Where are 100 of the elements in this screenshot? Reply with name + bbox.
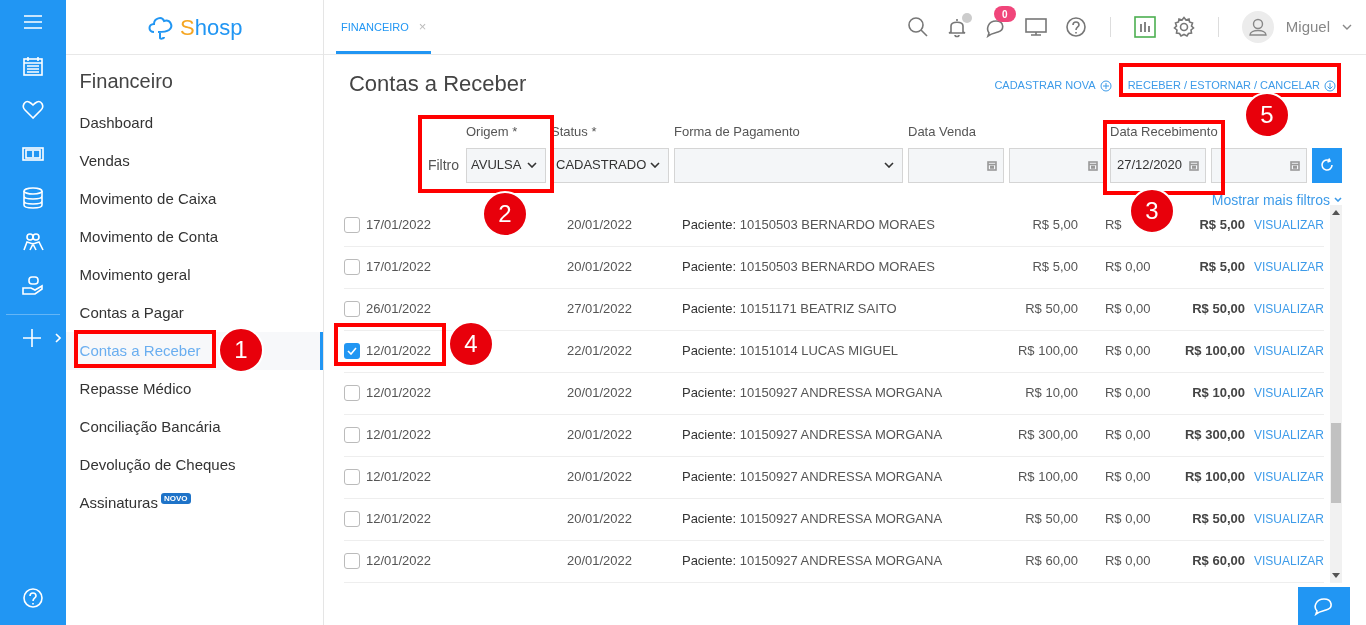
field-label: Data Recebimento [1110,123,1219,141]
receive-link[interactable]: RECEBER / ESTORNAR / CANCELAR [1127,77,1336,94]
table-cell-text: R$ 0,00 [1104,300,1151,319]
table-cell-text: 12/01/2022 [365,510,432,529]
view-link[interactable]: VISUALIZAR [1253,426,1324,444]
table-cell-text: R$ 300,00 [1183,426,1245,445]
chat-button[interactable] [1298,587,1350,625]
calendar-icon [1189,159,1199,171]
page-title: Contas a Receber [348,70,527,98]
view-link[interactable]: VISUALIZAR [1253,258,1324,276]
checkbox[interactable] [343,385,360,401]
table-cell-text: Paciente: 10150927 ANDRESSA MORGANA [681,426,944,445]
plus-icon [20,327,43,349]
table-cell-text: Paciente: 10150503 BERNARDO MORAES [681,258,936,277]
help-icon[interactable] [21,587,44,609]
table-cell-text: 12/01/2022 [365,384,432,403]
search-icon[interactable] [906,16,929,38]
checkbox[interactable] [343,469,360,485]
more-filters-link[interactable]: Mostrar mais filtros [1211,192,1342,207]
sidebar-item[interactable]: Contas a Pagar [79,301,184,325]
calendar-icon[interactable] [20,54,45,78]
sidebar-item[interactable]: Dashboard [79,111,153,135]
sidebar-item[interactable]: Assinaturas [79,491,158,515]
sidebar-item[interactable]: Movimento de Conta [79,225,218,249]
table-cell-text: 26/01/2022 [365,300,432,319]
scroll-up-icon[interactable] [1332,208,1340,215]
view-link[interactable]: VISUALIZAR [1253,552,1324,570]
sidebar-title: Financeiro [78,69,174,94]
view-link[interactable]: VISUALIZAR [1253,216,1324,234]
sidebar-item[interactable]: Movimento geral [79,263,191,287]
table-cell-text: R$ 0,00 [1104,342,1151,361]
view-link[interactable]: VISUALIZAR [1253,510,1324,528]
select-field[interactable] [674,147,903,183]
checkbox[interactable] [343,511,360,527]
refresh-button[interactable] [1312,147,1342,183]
view-link[interactable]: VISUALIZAR [1253,468,1324,486]
select-field[interactable]: AVULSA [466,147,546,183]
sidebar-item[interactable]: Conciliação Bancária [79,415,221,439]
view-link[interactable]: VISUALIZAR [1253,300,1324,318]
chevron-down-icon [1342,24,1352,30]
monitor-icon[interactable] [1023,16,1048,38]
view-link[interactable]: VISUALIZAR [1253,384,1324,402]
table-cell-text: R$ 0,00 [1104,426,1151,445]
table-cell-text: 20/01/2022 [566,510,634,529]
sidebar-item[interactable]: Repasse Médico [79,377,192,401]
sidebar-item[interactable]: Vendas [79,149,130,173]
message-count: 0 [993,6,1016,22]
sidebar-item[interactable]: Devolução de Cheques [79,453,236,477]
chart-icon[interactable] [1133,16,1156,38]
select-field[interactable]: CADASTRADO [551,147,669,183]
table-cell-text: 12/01/2022 [365,342,432,361]
help-icon[interactable] [1064,16,1087,38]
add-menu-button[interactable] [20,327,61,349]
sidebar-item[interactable]: Contas a Receber [79,339,201,363]
logo-text: Shosp [180,13,243,42]
table-cell-text: R$ 100,00 [1016,468,1078,487]
user-menu[interactable]: Miguel [1241,11,1352,43]
checkbox[interactable] [343,259,360,275]
close-tab-button[interactable]: × [418,14,427,37]
table-cell-text: R$ 5,00 [1198,258,1245,277]
field-label: Origem * [466,123,519,141]
scrollbar-thumb[interactable] [1331,422,1341,503]
table-cell-text: 20/01/2022 [566,384,634,403]
heart-icon[interactable] [20,98,45,122]
date-field[interactable] [1009,147,1105,183]
table-cell-text: Paciente: 10151171 BEATRIZ SAITO [681,300,898,319]
tab[interactable]: FINANCEIRO × [335,0,432,54]
add-new-link[interactable]: CADASTRAR NOVA [994,77,1112,94]
table-cell-text: R$ 50,00 [1191,510,1245,529]
calendar-icon [1290,159,1300,171]
chevron-right-icon [54,333,61,343]
scroll-down-icon[interactable] [1332,572,1340,579]
table-cell-text: R$ 50,00 [1024,300,1078,319]
checkbox[interactable] [343,427,360,443]
scrollbar[interactable] [1330,204,1342,583]
date-field[interactable]: 27/12/2020 [1110,147,1206,183]
callout-number: 1 [218,327,264,373]
database-icon[interactable] [20,186,45,210]
table-cell-text: 20/01/2022 [566,468,634,487]
checkbox[interactable] [343,343,360,359]
table-cell-text: 20/01/2022 [566,426,634,445]
table-cell-text: 20/01/2022 [566,552,634,571]
field-label: Forma de Pagamento [674,123,801,141]
sidebar-item[interactable]: Movimento de Caixa [79,187,217,211]
hand-icon[interactable] [20,274,45,298]
checkbox[interactable] [343,553,360,569]
checkbox[interactable] [343,217,360,233]
settings-icon[interactable] [1172,16,1195,38]
tab-label: FINANCEIRO [340,19,409,35]
table-cell-text: R$ 100,00 [1183,468,1245,487]
check-icon [346,347,357,355]
view-link[interactable]: VISUALIZAR [1253,342,1324,360]
checkbox[interactable] [343,301,360,317]
table-cell-text: R$ 50,00 [1191,300,1245,319]
callout-number: 2 [482,191,528,237]
date-field[interactable] [908,147,1004,183]
table-cell-text: 17/01/2022 [365,216,432,235]
date-field[interactable] [1211,147,1307,183]
table-cell-text: 20/01/2022 [566,216,634,235]
avatar-icon [1241,11,1274,43]
